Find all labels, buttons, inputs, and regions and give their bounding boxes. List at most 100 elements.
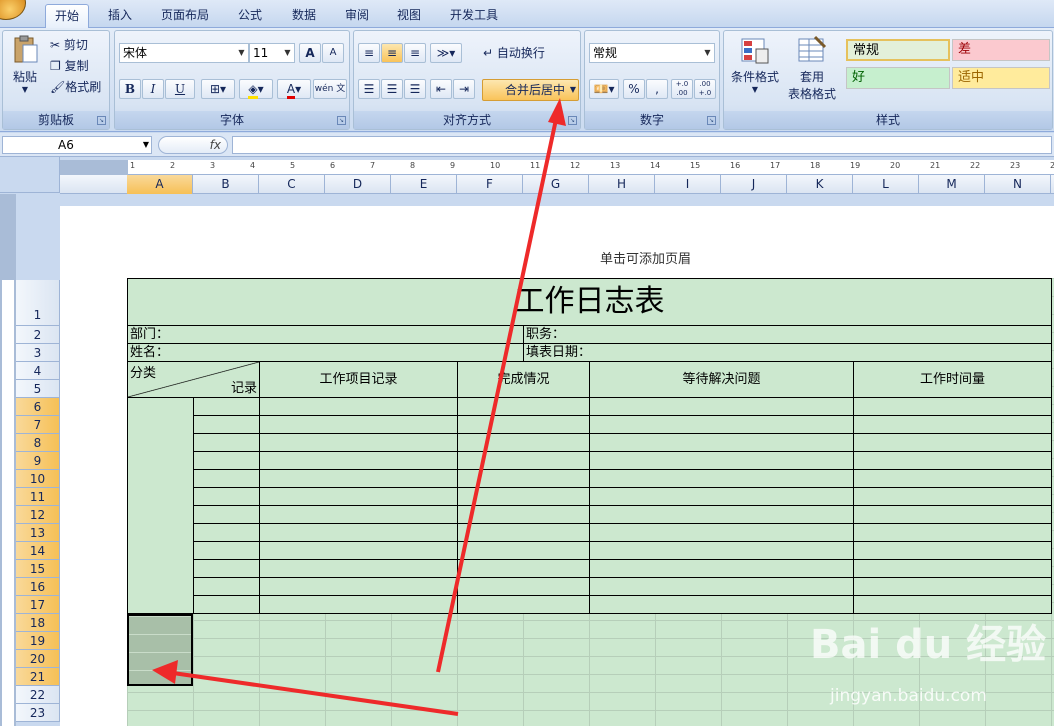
- header-hint[interactable]: 单击可添加页眉: [600, 248, 691, 267]
- align-center-button[interactable]: ☰: [381, 79, 403, 99]
- table-body-cell[interactable]: [853, 469, 1052, 488]
- table-body-cell[interactable]: [457, 397, 590, 416]
- table-body-cell[interactable]: [853, 433, 1052, 452]
- tab-developer[interactable]: 开发工具: [441, 4, 507, 28]
- increase-decimal-button[interactable]: +.0 .00: [671, 79, 693, 99]
- table-body-cell[interactable]: [589, 577, 854, 596]
- copy-button[interactable]: ❐ 复制: [49, 56, 90, 76]
- increase-indent-button[interactable]: ⇥: [453, 79, 475, 99]
- table-body-cell[interactable]: [193, 541, 260, 560]
- department-cell[interactable]: 部门：: [127, 325, 524, 344]
- table-body-cell[interactable]: [853, 415, 1052, 434]
- chevron-down-icon[interactable]: ▼: [570, 80, 576, 100]
- cut-button[interactable]: ✂ 剪切: [49, 35, 89, 55]
- fill-color-button[interactable]: ◈▾: [239, 79, 273, 99]
- table-body-cell[interactable]: [259, 541, 458, 560]
- selected-range[interactable]: [127, 614, 193, 686]
- category-diagonal-cell[interactable]: 分类 记录: [127, 361, 260, 398]
- table-body-cell[interactable]: [193, 451, 260, 470]
- row-header[interactable]: 23: [16, 704, 60, 722]
- table-body-cell[interactable]: [589, 397, 854, 416]
- table-body-cell[interactable]: [457, 541, 590, 560]
- row-header[interactable]: 1: [16, 280, 60, 326]
- table-body-cell[interactable]: [193, 505, 260, 524]
- table-body-cell[interactable]: [193, 487, 260, 506]
- row-header[interactable]: 8: [16, 434, 60, 452]
- table-title[interactable]: 工作日志表: [127, 278, 1052, 326]
- clipboard-launcher-icon[interactable]: ↘: [97, 116, 106, 125]
- row-header[interactable]: 20: [16, 650, 60, 668]
- table-body-cell[interactable]: [259, 577, 458, 596]
- row-header[interactable]: 15: [16, 560, 60, 578]
- table-body-cell[interactable]: [589, 433, 854, 452]
- table-body-cell[interactable]: [259, 415, 458, 434]
- select-all-corner[interactable]: [0, 157, 60, 193]
- column-header[interactable]: L: [853, 175, 919, 194]
- merged-category-cell[interactable]: [127, 397, 194, 614]
- table-body-cell[interactable]: [589, 487, 854, 506]
- row-header[interactable]: 22: [16, 686, 60, 704]
- table-body-cell[interactable]: [259, 487, 458, 506]
- style-good[interactable]: 好: [846, 67, 950, 89]
- bold-button[interactable]: B: [119, 79, 141, 99]
- align-middle-button[interactable]: ≡: [381, 43, 403, 63]
- conditional-format-button[interactable]: 条件格式 ▼: [728, 35, 782, 94]
- table-body-cell[interactable]: [193, 577, 260, 596]
- table-body-cell[interactable]: [589, 541, 854, 560]
- table-body-cell[interactable]: [193, 559, 260, 578]
- table-body-cell[interactable]: [853, 541, 1052, 560]
- grow-font-button[interactable]: A: [299, 43, 321, 63]
- row-header[interactable]: 14: [16, 542, 60, 560]
- column-header[interactable]: F: [457, 175, 523, 194]
- column-header[interactable]: H: [589, 175, 655, 194]
- align-top-button[interactable]: ≡: [358, 43, 380, 63]
- font-color-button[interactable]: A▾: [277, 79, 311, 99]
- row-header[interactable]: 6: [16, 398, 60, 416]
- column-header[interactable]: K: [787, 175, 853, 194]
- paste-button[interactable]: 粘贴 ▼: [7, 35, 43, 99]
- table-body-cell[interactable]: [259, 559, 458, 578]
- office-button[interactable]: [0, 0, 26, 20]
- wrap-text-button[interactable]: ↵ 自动换行: [482, 43, 546, 63]
- row-header[interactable]: 3: [16, 344, 60, 362]
- col-work-time[interactable]: 工作时间量: [853, 361, 1052, 398]
- table-body-cell[interactable]: [853, 523, 1052, 542]
- table-body-cell[interactable]: [589, 559, 854, 578]
- col-pending[interactable]: 等待解决问题: [589, 361, 854, 398]
- font-launcher-icon[interactable]: ↘: [337, 116, 346, 125]
- table-body-cell[interactable]: [589, 451, 854, 470]
- table-body-cell[interactable]: [457, 415, 590, 434]
- table-body-cell[interactable]: [457, 505, 590, 524]
- alignment-launcher-icon[interactable]: ↘: [568, 116, 577, 125]
- merge-center-button[interactable]: 合并后居中 ▼: [482, 79, 579, 101]
- shrink-font-button[interactable]: A: [322, 43, 344, 63]
- table-body-cell[interactable]: [457, 469, 590, 488]
- row-header[interactable]: 10: [16, 470, 60, 488]
- insert-function-button[interactable]: fx: [158, 136, 228, 154]
- format-as-table-button[interactable]: 套用 表格格式: [784, 35, 840, 102]
- row-header[interactable]: 21: [16, 668, 60, 686]
- table-body-cell[interactable]: [457, 451, 590, 470]
- table-body-cell[interactable]: [457, 559, 590, 578]
- row-header[interactable]: 18: [16, 614, 60, 632]
- table-body-cell[interactable]: [193, 469, 260, 488]
- paste-dropdown-icon[interactable]: ▼: [7, 85, 43, 94]
- tab-home[interactable]: 开始: [45, 4, 90, 28]
- borders-button[interactable]: ⊞▾: [201, 79, 235, 99]
- table-body-cell[interactable]: [589, 505, 854, 524]
- align-right-button[interactable]: ☰: [404, 79, 426, 99]
- col-work-items[interactable]: 工作项目记录: [259, 361, 458, 398]
- number-launcher-icon[interactable]: ↘: [707, 116, 716, 125]
- decrease-indent-button[interactable]: ⇤: [430, 79, 452, 99]
- table-body-cell[interactable]: [259, 505, 458, 524]
- row-header[interactable]: 4: [16, 362, 60, 380]
- table-body-cell[interactable]: [589, 415, 854, 434]
- table-body-cell[interactable]: [193, 397, 260, 416]
- table-body-cell[interactable]: [193, 595, 260, 614]
- table-body-cell[interactable]: [853, 577, 1052, 596]
- row-header[interactable]: 17: [16, 596, 60, 614]
- tab-formulas[interactable]: 公式: [229, 4, 271, 28]
- table-body-cell[interactable]: [589, 523, 854, 542]
- table-body-cell[interactable]: [259, 451, 458, 470]
- name-cell[interactable]: 姓名：: [127, 343, 524, 362]
